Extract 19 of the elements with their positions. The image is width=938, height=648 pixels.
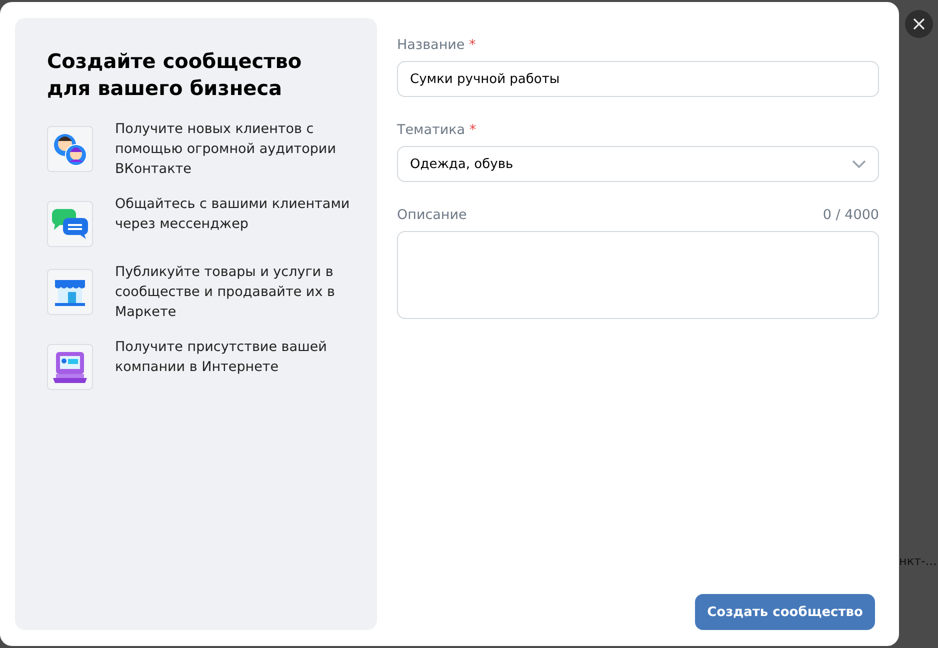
field-label: Тематика * xyxy=(397,121,476,139)
field-label: Название * xyxy=(397,36,476,54)
character-counter: 0 / 4000 xyxy=(822,206,879,224)
close-icon xyxy=(912,18,924,30)
description-input-field[interactable] xyxy=(397,231,879,319)
feature-text: Общайтесь с вашими клиентами через мессенджер xyxy=(115,195,351,234)
feature-text: Получите новых клиентов с помощью огромной аудитории ВКонтакте xyxy=(115,120,337,179)
close-button[interactable] xyxy=(904,10,932,38)
field-label: Описание xyxy=(397,206,467,224)
chat-bubbles-icon xyxy=(51,208,89,240)
topic-dropdown[interactable]: Одежда, обувь xyxy=(397,146,879,182)
feature-text: Получите присутствие вашей компании в Интернете xyxy=(115,338,328,377)
create-community-button[interactable]: Создать сообщество xyxy=(695,594,875,630)
promo-title: Создайте сообщество для вашего бизнеса xyxy=(47,48,303,102)
chevron-down-icon xyxy=(852,160,866,168)
feature-text: Публикуйте товары и услуги в сообществе и продавайте их в Маркете xyxy=(115,263,336,322)
name-input-field[interactable]: Сумки ручной работы xyxy=(397,61,879,97)
laptop-icon xyxy=(52,350,88,384)
background-text: нкт-... xyxy=(899,554,937,568)
